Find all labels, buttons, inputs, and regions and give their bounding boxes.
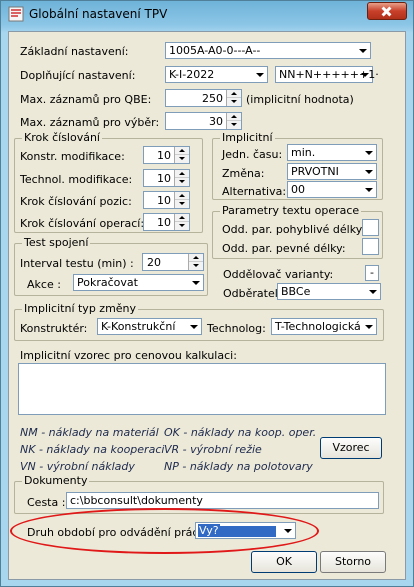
- spin-up-icon[interactable]: [175, 147, 189, 155]
- parametry-textu-title: Parametry textu operace: [220, 204, 362, 217]
- dokumenty-title: Dokumenty: [22, 474, 90, 487]
- pevne-delky-label: Odd. par. pevné délky:: [222, 242, 346, 255]
- konstr-modifikace-spinner[interactable]: 10: [143, 146, 190, 164]
- oddelovac-varianty-label: Oddělovač varianty:: [223, 268, 334, 281]
- jedn-casu-select[interactable]: min.: [287, 144, 377, 161]
- chevron-down-icon[interactable]: [187, 320, 200, 333]
- konstrukter-label: Konstruktér:: [20, 322, 88, 335]
- close-button[interactable]: [367, 2, 407, 20]
- max-vyber-spinner[interactable]: 30: [165, 112, 242, 130]
- chevron-down-icon[interactable]: [356, 44, 369, 57]
- interval-testu-label: Interval testu (min) :: [20, 257, 134, 270]
- max-qbe-spinner[interactable]: 250: [165, 89, 242, 107]
- max-vyber-label: Max. záznamů pro výběr:: [20, 116, 160, 129]
- zakladni-label: Základní nastavení:: [20, 45, 129, 58]
- app-icon: [8, 6, 24, 22]
- jedn-casu-label: Jedn. času:: [222, 148, 283, 161]
- interval-testu-spinner[interactable]: 20: [142, 253, 204, 271]
- spin-up-icon[interactable]: [227, 90, 241, 98]
- max-qbe-note: (implicitní hodnota): [246, 93, 354, 106]
- chevron-down-icon[interactable]: [366, 285, 379, 298]
- technolog-label: Technolog:: [207, 322, 266, 335]
- odberatel-label: Odběratel:: [223, 287, 282, 300]
- doplnujici-mask-select[interactable]: NN+N++++++1·: [275, 66, 379, 83]
- druh-obdobi-select[interactable]: Vy?: [195, 522, 296, 539]
- spin-down-icon[interactable]: [227, 98, 241, 106]
- vzorec-button[interactable]: Vzorec: [320, 437, 382, 459]
- legend-vr: VR - výrobní režie: [164, 443, 262, 456]
- alternativa-select[interactable]: 00: [287, 181, 377, 198]
- akce-select[interactable]: Pokračovat: [73, 274, 204, 291]
- spin-up-icon[interactable]: [175, 170, 189, 178]
- max-qbe-label: Max. záznamů pro QBE:: [20, 93, 152, 106]
- legend-nk: NK - náklady na kooperaci: [20, 443, 165, 456]
- chevron-down-icon[interactable]: [362, 183, 375, 196]
- legend-np: NP - náklady na polotovary: [164, 460, 313, 473]
- druh-obdobi-label: Druh období pro odvádění práce :: [27, 526, 213, 539]
- zmena-select[interactable]: PRVOTNI: [287, 163, 377, 180]
- implicitni-title: Implicitní: [220, 131, 275, 144]
- storno-button[interactable]: Storno: [320, 551, 386, 573]
- cesta-field[interactable]: c:\bbconsult\dokumenty: [66, 492, 379, 509]
- test-spojeni-title: Test spojení: [22, 236, 91, 249]
- dialog-window: Globální nastavení TPV Základní nastaven…: [0, 0, 414, 587]
- krok-pozic-spinner[interactable]: 10: [143, 191, 190, 209]
- typ-zmeny-title: Implicitní typ změny: [22, 302, 139, 315]
- zmena-label: Změna:: [222, 167, 265, 180]
- dialog-client-area: Základní nastavení: 1005A-A0-0---A-- Dop…: [8, 31, 406, 580]
- pevne-delky-field[interactable]: [362, 238, 379, 255]
- technol-modifikace-label: Technol. modifikace:: [20, 173, 133, 186]
- technolog-select[interactable]: T-Technologická: [271, 318, 377, 335]
- odberatel-select[interactable]: BBCe: [277, 283, 381, 300]
- krok-pozic-label: Krok číslování pozic:: [20, 195, 132, 208]
- doplnujici-select[interactable]: K-I-2022: [165, 66, 268, 83]
- oddelovac-varianty-field[interactable]: -: [365, 265, 379, 281]
- legend-ok: OK - náklady na koop. oper.: [164, 426, 317, 439]
- technol-modifikace-spinner[interactable]: 10: [143, 169, 190, 187]
- spin-down-icon[interactable]: [175, 155, 189, 163]
- zakladni-select[interactable]: 1005A-A0-0---A--: [165, 42, 371, 59]
- chevron-down-icon[interactable]: [362, 146, 375, 159]
- spin-down-icon[interactable]: [227, 121, 241, 129]
- pohyblive-delky-label: Odd. par. pohyblivé délky:: [222, 223, 366, 236]
- krok-operaci-spinner[interactable]: 10: [143, 213, 190, 231]
- chevron-down-icon[interactable]: [362, 320, 375, 333]
- legend-nm: NM - náklady na materiál: [20, 426, 159, 439]
- chevron-down-icon[interactable]: [362, 165, 375, 178]
- window-title: Globální nastavení TPV: [29, 7, 168, 21]
- spin-up-icon[interactable]: [189, 254, 203, 262]
- krok-cislovani-title: Krok číslování: [22, 131, 102, 144]
- title-bar[interactable]: Globální nastavení TPV: [1, 1, 413, 29]
- akce-label: Akce :: [27, 278, 61, 291]
- doplnujici-label: Doplňující nastavení:: [20, 69, 136, 82]
- chevron-down-icon[interactable]: [253, 68, 266, 81]
- pohyblive-delky-field[interactable]: [362, 219, 379, 236]
- kalkulace-textarea[interactable]: [18, 363, 386, 415]
- spin-down-icon[interactable]: [189, 262, 203, 270]
- kalkulace-label: Implicitní vzorec pro cenovou kalkulaci:: [20, 349, 237, 362]
- konstr-modifikace-label: Konstr. modifikace:: [20, 150, 125, 163]
- spin-up-icon[interactable]: [227, 113, 241, 121]
- spin-down-icon[interactable]: [175, 222, 189, 230]
- alternativa-label: Alternativa:: [222, 185, 287, 198]
- chevron-down-icon[interactable]: [358, 68, 371, 81]
- konstrukter-select[interactable]: K-Konstrukční: [97, 318, 202, 335]
- spin-up-icon[interactable]: [175, 214, 189, 222]
- ok-button[interactable]: OK: [251, 551, 317, 573]
- chevron-down-icon[interactable]: [189, 276, 202, 289]
- legend-vn: VN - výrobní náklady: [20, 460, 135, 473]
- krok-operaci-label: Krok číslování operací:: [20, 217, 145, 230]
- spin-up-icon[interactable]: [175, 192, 189, 200]
- spin-down-icon[interactable]: [175, 178, 189, 186]
- chevron-down-icon[interactable]: [281, 524, 294, 537]
- cesta-label: Cesta :: [27, 496, 66, 509]
- spin-down-icon[interactable]: [175, 200, 189, 208]
